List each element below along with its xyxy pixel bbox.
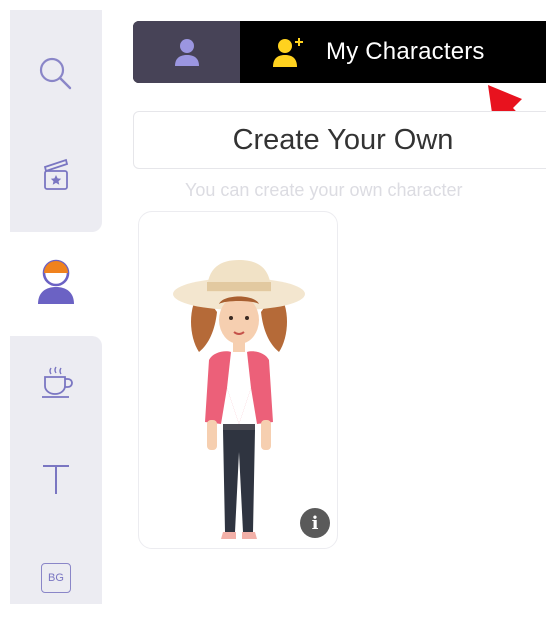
sidebar-item-background[interactable]: BG: [10, 532, 102, 624]
character-figure: [173, 260, 305, 539]
character-icon: [38, 259, 74, 304]
create-your-own-button[interactable]: Create Your Own: [133, 111, 546, 169]
text-icon: [43, 465, 69, 494]
coffee-cup-icon: [42, 366, 73, 398]
tab-my-characters-label: My Characters: [326, 38, 485, 65]
tab-default-characters[interactable]: [133, 21, 240, 83]
sidebar-item-search[interactable]: [10, 28, 102, 120]
sidebar-item-scene[interactable]: [10, 128, 102, 220]
search-icon: [39, 57, 72, 90]
character-info-button[interactable]: i: [300, 508, 330, 538]
character-tabs: My Characters: [133, 21, 546, 83]
person-add-icon: [273, 38, 303, 67]
character-card[interactable]: [138, 211, 338, 549]
create-hint-text: You can create your own character: [185, 180, 463, 200]
sidebar-item-props[interactable]: [10, 336, 102, 428]
sidebar: BG: [0, 0, 102, 604]
sidebar-item-character[interactable]: [10, 236, 102, 328]
background-icon-label: BG: [48, 572, 64, 584]
info-icon: i: [311, 512, 319, 534]
person-icon: [174, 39, 199, 66]
sidebar-item-text[interactable]: [10, 434, 102, 526]
scene-icon: [43, 158, 69, 190]
tab-my-characters[interactable]: My Characters: [240, 21, 546, 83]
background-icon: BG: [41, 563, 71, 593]
